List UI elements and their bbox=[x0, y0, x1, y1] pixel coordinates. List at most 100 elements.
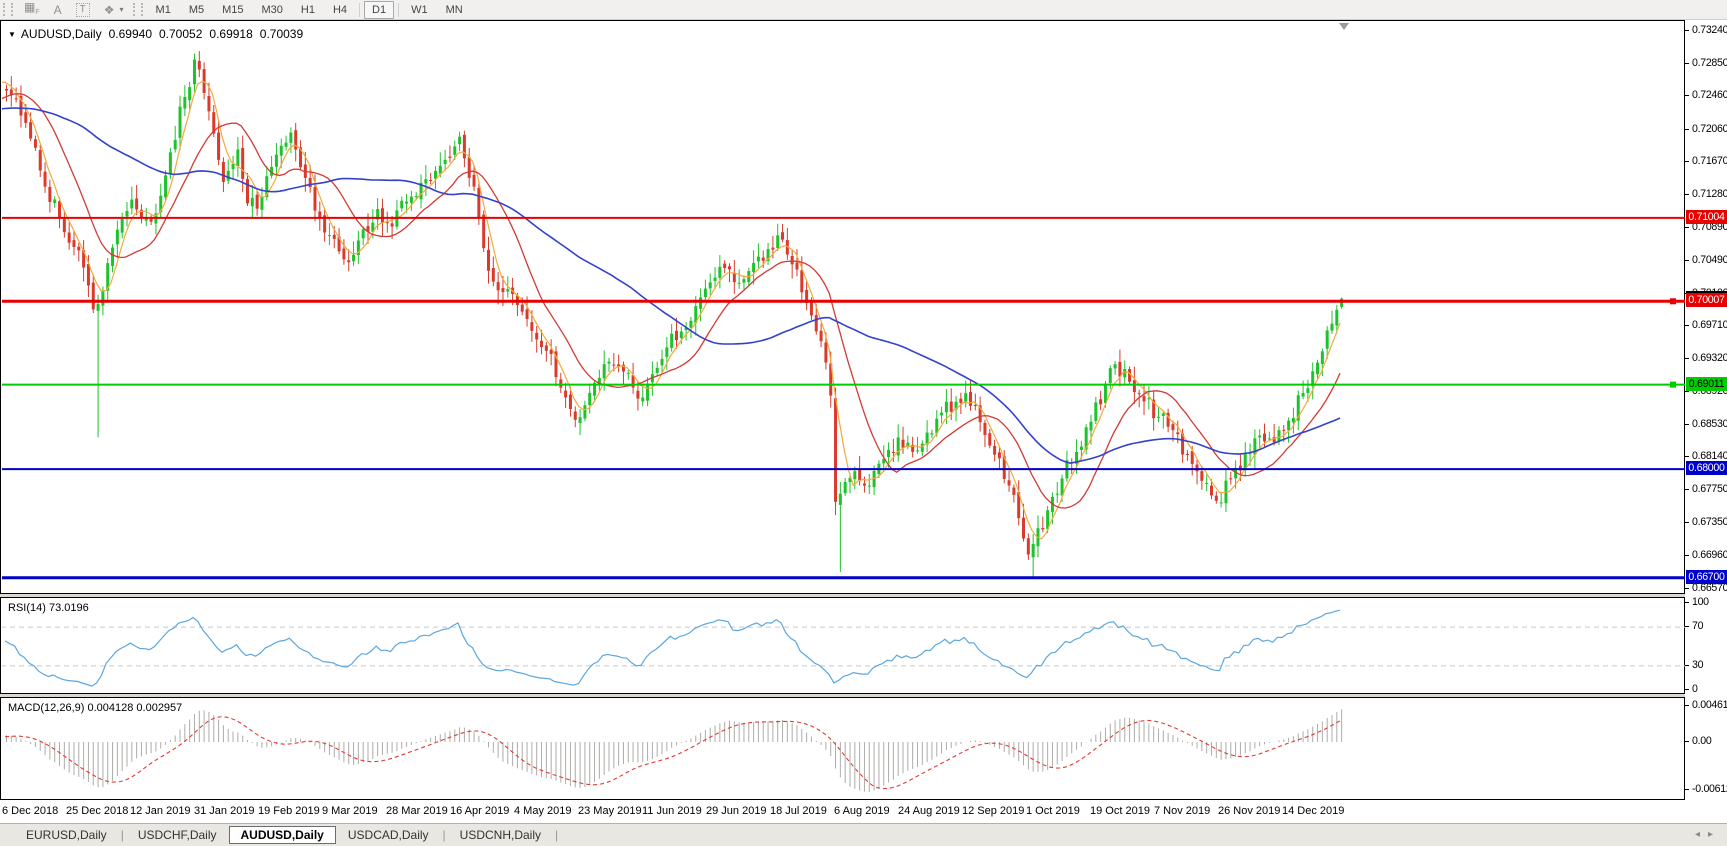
macd-tick-label: 0.004616 bbox=[1692, 698, 1727, 711]
date-label: 25 Dec 2018 bbox=[66, 805, 129, 817]
axis-tick bbox=[1685, 259, 1689, 261]
chart-tab-audusd-daily[interactable]: AUDUSD,Daily bbox=[228, 826, 336, 844]
axis-tick bbox=[1685, 391, 1689, 393]
date-label: 7 Nov 2019 bbox=[1154, 805, 1211, 817]
price-tick-label: 0.72460 bbox=[1692, 89, 1727, 102]
price-tick-label: 0.71670 bbox=[1692, 155, 1727, 168]
date-label: 19 Feb 2019 bbox=[258, 805, 320, 817]
price-badge-0.69011[interactable]: 0.69011 bbox=[1686, 376, 1727, 391]
axis-tick bbox=[1685, 704, 1689, 706]
tab-scroll-right-icon[interactable]: ▸ bbox=[1708, 829, 1721, 840]
tab-separator: | bbox=[442, 828, 446, 842]
date-label: 12 Sep 2019 bbox=[962, 805, 1025, 817]
price-badge-0.68000[interactable]: 0.68000 bbox=[1686, 461, 1727, 476]
price-tick-label: 0.69320 bbox=[1692, 351, 1727, 364]
price-tick-label: 0.72850 bbox=[1692, 56, 1727, 69]
macd-tick-label: -0.006126 bbox=[1692, 782, 1727, 795]
date-label: 29 Jun 2019 bbox=[706, 805, 767, 817]
chart-tab-usdcad-daily[interactable]: USDCAD,Daily bbox=[336, 826, 441, 844]
macd-label: MACD(12,26,9) 0.004128 0.002957 bbox=[8, 702, 183, 714]
ohlc-high: 0.70052 bbox=[159, 27, 203, 41]
date-label: 31 Jan 2019 bbox=[194, 805, 255, 817]
timeframe-button-m1[interactable]: M1 bbox=[148, 1, 179, 19]
date-label: 19 Oct 2019 bbox=[1090, 805, 1150, 817]
rsi-plot[interactable] bbox=[2, 599, 1685, 694]
price-tick-label: 0.67350 bbox=[1692, 516, 1727, 529]
toolbar-separator bbox=[398, 2, 400, 17]
chart-tab-usdchf-daily[interactable]: USDCHF,Daily bbox=[126, 826, 229, 844]
date-label: 4 May 2019 bbox=[514, 805, 572, 817]
axis-tick bbox=[1685, 325, 1689, 327]
price-tick-label: 0.69710 bbox=[1692, 319, 1727, 332]
ohlc-close: 0.70039 bbox=[259, 27, 304, 41]
price-tick-label: 0.67750 bbox=[1692, 483, 1727, 495]
arrow-tools-dropdown-icon[interactable]: ▾ bbox=[120, 5, 124, 14]
timeframe-button-h4[interactable]: H4 bbox=[325, 1, 355, 19]
date-label: 26 Nov 2019 bbox=[1218, 805, 1281, 817]
axis-tick bbox=[1685, 602, 1689, 603]
timeframe-button-m5[interactable]: M5 bbox=[181, 1, 212, 19]
price-tick-label: 0.66960 bbox=[1692, 549, 1727, 561]
timeframe-toolbar-drag-handle[interactable] bbox=[132, 3, 143, 16]
rsi-indicator-pane[interactable]: RSI(14) 73.0196 bbox=[0, 597, 1685, 694]
chart-tab-usdcnh-daily[interactable]: USDCNH,Daily bbox=[448, 826, 553, 844]
chart-title: ▼ AUDUSD,Daily 0.69940 0.70052 0.69918 0.7003… bbox=[8, 27, 303, 41]
axis-tick bbox=[1685, 62, 1689, 64]
date-label: 1 Oct 2019 bbox=[1026, 805, 1080, 817]
price-badge-0.71004[interactable]: 0.71004 bbox=[1686, 209, 1727, 224]
chart-symbol-label: AUDUSD,Daily bbox=[20, 27, 102, 41]
timeframe-button-m30[interactable]: M30 bbox=[254, 1, 291, 19]
tab-scroll-arrows: ◂▸ bbox=[1695, 829, 1721, 840]
axis-tick bbox=[1685, 522, 1689, 524]
axis-tick bbox=[1685, 689, 1689, 690]
rsi-tick-label: 70 bbox=[1692, 620, 1704, 633]
ohlc-open: 0.69940 bbox=[108, 27, 152, 41]
timeframe-button-w1[interactable]: W1 bbox=[403, 1, 436, 19]
axis-tick bbox=[1685, 788, 1689, 790]
timeframe-button-h1[interactable]: H1 bbox=[293, 1, 323, 19]
timeframe-button-mn[interactable]: MN bbox=[438, 1, 471, 19]
macd-tick-label: 0.00 bbox=[1692, 735, 1712, 747]
arrow-tools-icon[interactable]: ❖ bbox=[104, 1, 115, 19]
date-label: 23 May 2019 bbox=[578, 805, 642, 817]
timeframe-button-d1[interactable]: D1 bbox=[364, 0, 395, 19]
indicator-grid-icon[interactable]: ▦F bbox=[24, 0, 40, 22]
time-axis[interactable]: 6 Dec 2018 25 Dec 2018 12 Jan 2019 31 Jan 2… bbox=[0, 800, 1685, 823]
axis-tick bbox=[1685, 741, 1689, 742]
collapse-triangle-icon[interactable]: ▼ bbox=[8, 30, 16, 39]
macd-indicator-pane[interactable]: MACD(12,26,9) 0.004128 0.002957 bbox=[0, 697, 1685, 800]
date-label: 24 Aug 2019 bbox=[898, 805, 960, 817]
axis-tick bbox=[1685, 626, 1689, 628]
date-label: 6 Aug 2019 bbox=[834, 805, 890, 817]
chart-tab-eurusd-daily[interactable]: EURUSD,Daily bbox=[14, 826, 119, 844]
text-label-icon[interactable]: A bbox=[54, 1, 62, 19]
tab-separator: | bbox=[120, 828, 124, 842]
toolbar-separator bbox=[359, 2, 361, 17]
macd-plot[interactable] bbox=[2, 699, 1685, 800]
price-axis[interactable]: 0.73240 0.72850 0.72460 0.72060 0.71670 0.712… bbox=[1685, 20, 1727, 800]
timeframe-button-m15[interactable]: M15 bbox=[214, 1, 251, 19]
text-box-icon[interactable]: T bbox=[75, 2, 90, 17]
axis-tick bbox=[1685, 664, 1689, 666]
price-chart-pane[interactable]: ▼ AUDUSD,Daily 0.69940 0.70052 0.69918 0.7003… bbox=[0, 20, 1685, 594]
price-badge-0.66700[interactable]: 0.66700 bbox=[1686, 569, 1727, 584]
chart-tabs: EURUSD,Daily | USDCHF,Daily AUDUSD,Daily USD… bbox=[14, 826, 560, 844]
price-badge-0.70007[interactable]: 0.70007 bbox=[1686, 293, 1727, 308]
date-label: 16 Apr 2019 bbox=[450, 805, 510, 817]
chart-shift-marker-icon[interactable] bbox=[1339, 23, 1349, 30]
rsi-tick-label: 100 bbox=[1692, 596, 1709, 608]
axis-tick bbox=[1685, 30, 1689, 31]
date-label: 9 Mar 2019 bbox=[322, 805, 378, 817]
price-tick-label: 0.70490 bbox=[1692, 253, 1727, 266]
price-tick-label: 0.71280 bbox=[1692, 187, 1727, 200]
ohlc-low: 0.69918 bbox=[209, 27, 253, 41]
axis-tick bbox=[1685, 555, 1689, 556]
rsi-tick-label: 0 bbox=[1692, 683, 1698, 695]
candlestick-chart[interactable] bbox=[2, 22, 1685, 594]
date-label: 18 Jul 2019 bbox=[770, 805, 827, 817]
toolbar-drag-handle[interactable] bbox=[3, 3, 13, 16]
rsi-tick-label: 30 bbox=[1692, 658, 1704, 671]
date-label: 14 Dec 2019 bbox=[1282, 805, 1345, 817]
axis-tick bbox=[1685, 226, 1689, 228]
tab-scroll-left-icon[interactable]: ◂ bbox=[1695, 829, 1708, 840]
